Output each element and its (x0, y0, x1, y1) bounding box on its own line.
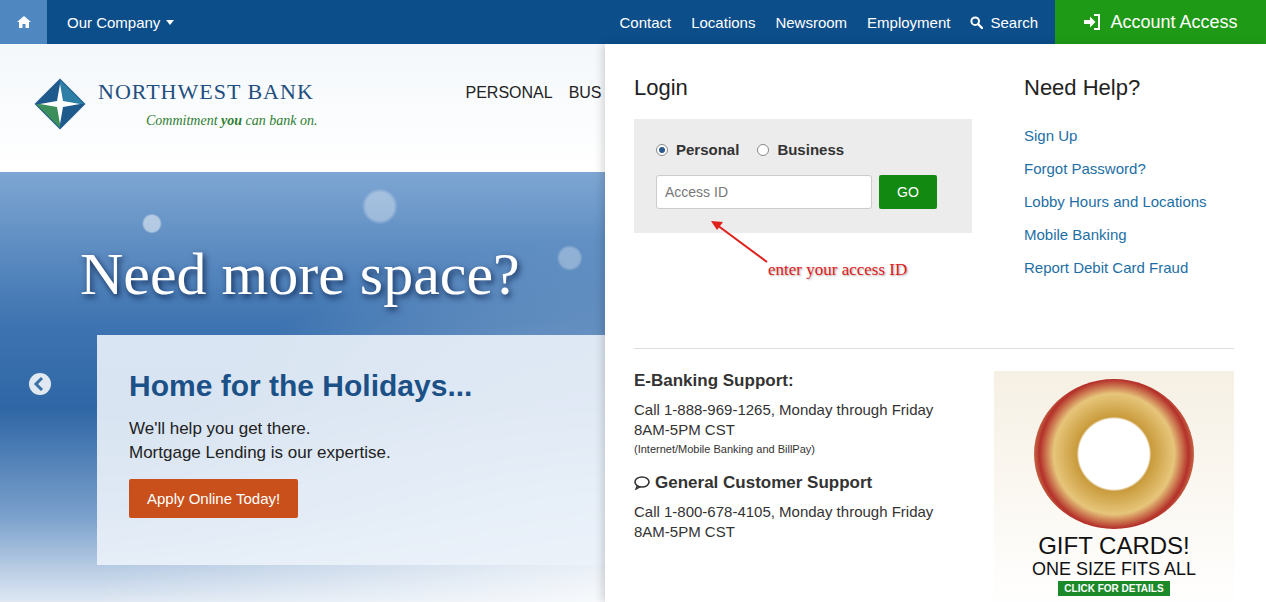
chat-icon (634, 476, 650, 490)
logo[interactable]: NORTHWEST BANKCommitment you can bank on… (32, 76, 318, 132)
top-link[interactable]: Employment (867, 14, 950, 31)
top-link[interactable]: Newsroom (775, 14, 847, 31)
home-button[interactable] (0, 0, 47, 44)
account-access-button[interactable]: Account Access (1055, 0, 1266, 44)
nav-item[interactable]: BUS (569, 84, 602, 102)
radio-icon (757, 144, 769, 156)
support-section: E-Banking Support:Call 1-888-969-1265, M… (634, 371, 933, 602)
top-bar: Our Company Contact Locations Newsroom Emplo… (0, 0, 1266, 44)
top-link[interactable]: Contact (619, 14, 671, 31)
help-link[interactable]: Report Debit Card Fraud (1024, 251, 1207, 284)
help-link[interactable]: Lobby Hours and Locations (1024, 185, 1207, 218)
promo-details-button[interactable]: CLICK FOR DETAILS (1058, 581, 1169, 596)
account-type-radio[interactable]: Business (757, 141, 844, 158)
annotation-text: enter your access ID (768, 260, 907, 280)
carousel-prev-button[interactable] (28, 372, 52, 400)
top-link[interactable]: Locations (691, 14, 755, 31)
divider (634, 348, 1234, 349)
support-block: General Customer SupportCall 1-800-678-4… (634, 473, 933, 542)
hero-card: Home for the Holidays...We'll help you g… (97, 335, 637, 565)
gift-card-promo[interactable]: GIFT CARDS!ONE SIZE FITS ALLCLICK FOR DE… (994, 371, 1234, 602)
annotation-arrow-icon (705, 216, 775, 268)
help-link[interactable]: Mobile Banking (1024, 218, 1207, 251)
gift-card-picture (1034, 379, 1194, 529)
account-type-radio[interactable]: Personal (656, 141, 739, 158)
login-section: LoginPersonalBusinessGO (634, 74, 972, 284)
help-link[interactable]: Sign Up (1024, 119, 1207, 152)
apply-button[interactable]: Apply Online Today! (129, 479, 298, 518)
help-section: Need Help?Sign UpForgot Password?Lobby H… (1024, 74, 1207, 284)
radio-icon (656, 144, 668, 156)
top-link[interactable]: Search (970, 14, 1038, 31)
caret-icon (166, 20, 174, 25)
chevron-left-icon (28, 372, 52, 396)
bank-page: Our Company Contact Locations Newsroom Emplo… (0, 0, 1266, 602)
nav-item[interactable]: PERSONAL (466, 84, 553, 102)
support-block: E-Banking Support:Call 1-888-969-1265, M… (634, 371, 933, 455)
company-menu[interactable]: Our Company (67, 14, 174, 31)
access-id-input[interactable] (656, 175, 872, 209)
login-box: Personal Business GO (634, 119, 972, 233)
help-link[interactable]: Forgot Password? (1024, 152, 1207, 185)
go-button[interactable]: GO (879, 175, 937, 209)
sign-in-icon (1083, 14, 1101, 30)
search-icon (970, 16, 983, 29)
logo-diamond-icon (32, 76, 88, 132)
top-links: Contact Locations Newsroom Employment Search (619, 14, 1038, 31)
account-access-panel: LoginPersonalBusinessGONeed Help?Sign Up… (605, 44, 1266, 602)
home-icon (17, 16, 31, 28)
main-nav: PERSONAL BUS (466, 84, 602, 102)
